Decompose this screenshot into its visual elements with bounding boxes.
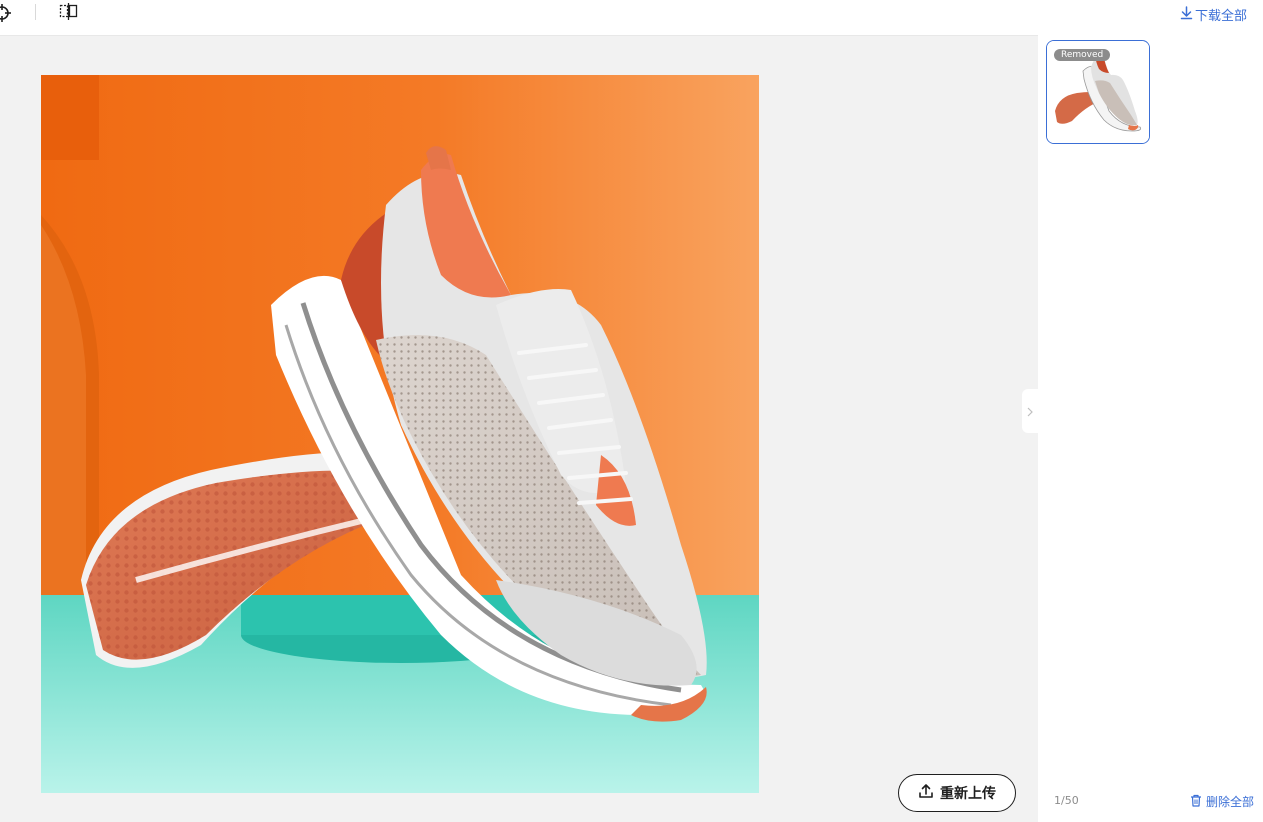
compare-icon[interactable]	[58, 2, 80, 22]
toolbar	[0, 0, 1038, 36]
main-image-preview	[41, 75, 759, 793]
app-window: 重新上传 下载全部 Removed 1/50 删除全部	[0, 0, 1263, 822]
reupload-button[interactable]: 重新上传	[898, 774, 1016, 812]
download-all-button[interactable]: 下载全部	[1180, 5, 1247, 24]
page-count: 1/50	[1054, 794, 1079, 807]
upload-icon	[918, 783, 934, 803]
side-panel: 下载全部 Removed 1/50 删除全部	[1038, 0, 1263, 822]
image-canvas: 重新上传	[0, 36, 1038, 822]
chevron-right-icon	[1026, 402, 1034, 421]
image-thumbnail[interactable]: Removed	[1046, 40, 1150, 144]
panel-toggle-button[interactable]	[1022, 389, 1038, 433]
download-icon	[1180, 5, 1193, 24]
delete-all-button[interactable]: 删除全部	[1190, 793, 1254, 810]
delete-all-label: 删除全部	[1206, 795, 1255, 809]
status-badge: Removed	[1054, 49, 1111, 61]
trash-icon	[1190, 794, 1202, 810]
reupload-label: 重新上传	[940, 786, 996, 802]
download-all-label: 下载全部	[1195, 9, 1248, 24]
toolbar-divider	[35, 4, 36, 20]
crosshair-icon[interactable]	[0, 3, 12, 23]
